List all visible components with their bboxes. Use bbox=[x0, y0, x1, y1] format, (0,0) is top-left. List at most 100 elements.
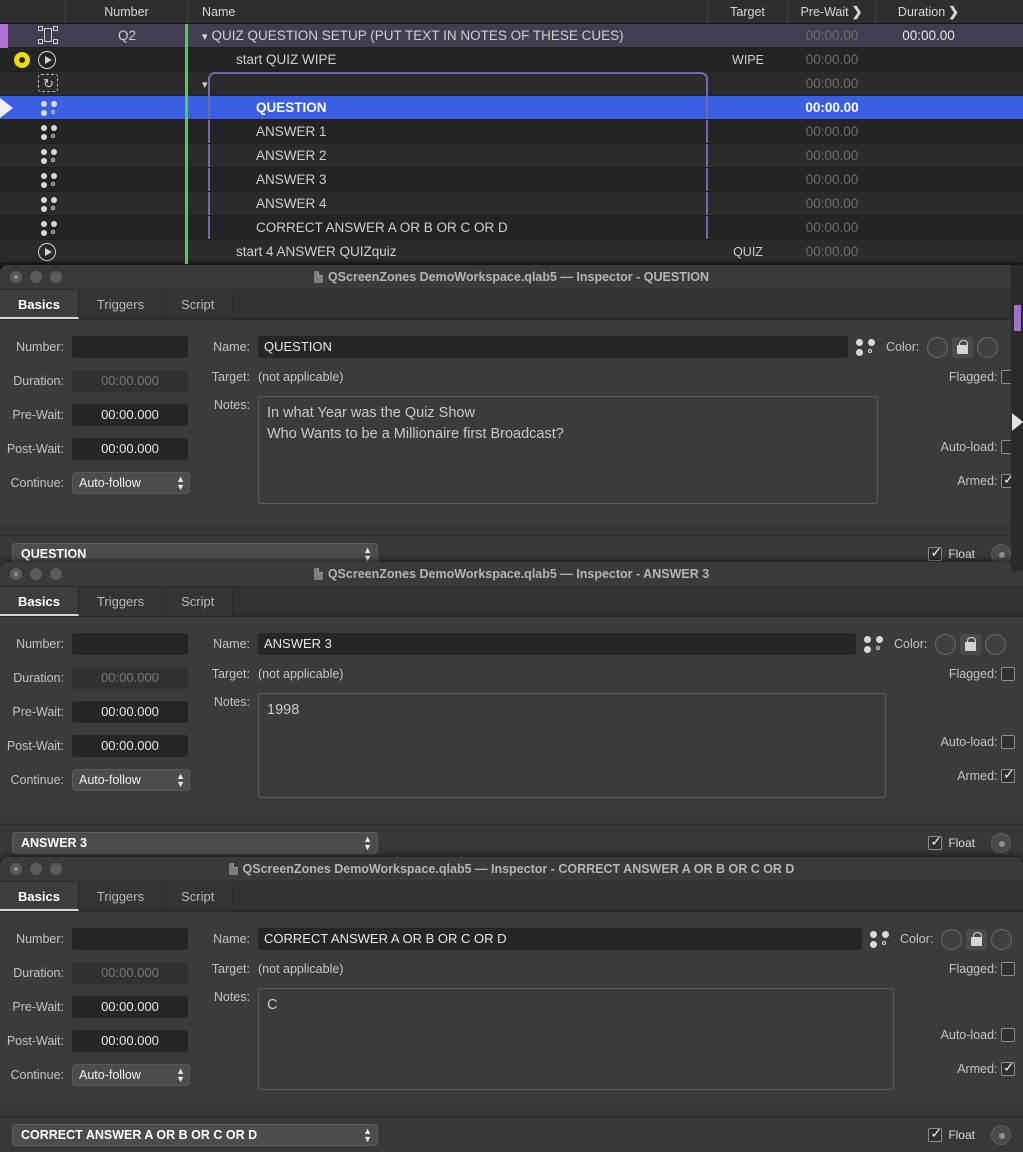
color-swatch-secondary[interactable] bbox=[991, 929, 1012, 950]
target-button[interactable] bbox=[991, 1125, 1011, 1145]
name-input[interactable]: QUESTION bbox=[258, 336, 848, 358]
tab-triggers[interactable]: Triggers bbox=[79, 882, 163, 911]
table-row[interactable]: QUESTION 00:00.00 bbox=[0, 96, 1023, 120]
window-controls[interactable] bbox=[0, 271, 62, 283]
row-status-cell[interactable] bbox=[0, 24, 66, 48]
minimize-button[interactable] bbox=[30, 271, 42, 283]
row-name[interactable]: ANSWER 3 bbox=[188, 168, 708, 192]
tab-bar[interactable]: Basics Triggers Script bbox=[0, 587, 1023, 617]
prewait-input[interactable]: 00:00.000 bbox=[72, 701, 188, 723]
cue-selector-dropdown[interactable]: ANSWER 3▲▼ bbox=[12, 832, 378, 854]
float-checkbox[interactable] bbox=[928, 1128, 942, 1142]
table-row[interactable]: ANSWER 2 00:00.00 bbox=[0, 144, 1023, 168]
table-row[interactable]: start QUIZ WIPE WIPE 00:00.00 bbox=[0, 48, 1023, 72]
row-name[interactable]: ANSWER 2 bbox=[188, 144, 708, 168]
row-status-cell[interactable] bbox=[0, 72, 66, 96]
tab-basics[interactable]: Basics bbox=[0, 882, 79, 911]
dots-icon[interactable] bbox=[870, 930, 892, 948]
tab-script[interactable]: Script bbox=[163, 290, 233, 319]
notes-textarea[interactable]: 1998 bbox=[258, 693, 886, 798]
armed-checkbox[interactable] bbox=[1001, 769, 1015, 783]
notes-textarea[interactable]: In what Year was the Quiz Show Who Wants… bbox=[258, 396, 878, 504]
dots-icon[interactable] bbox=[856, 338, 878, 356]
column-header-target[interactable]: Target bbox=[708, 0, 788, 24]
target-button[interactable] bbox=[991, 833, 1011, 853]
row-name[interactable]: QUESTION bbox=[188, 96, 708, 120]
autoload-checkbox[interactable] bbox=[1001, 1028, 1015, 1042]
window-controls[interactable] bbox=[0, 568, 62, 580]
column-header-status[interactable] bbox=[0, 0, 66, 24]
target-button[interactable] bbox=[991, 544, 1011, 564]
chevron-down-icon[interactable]: ▾ bbox=[202, 31, 208, 43]
number-input[interactable] bbox=[72, 336, 188, 358]
table-row[interactable]: ▾ 00:00.00 bbox=[0, 72, 1023, 96]
continue-dropdown[interactable]: Auto-follow▲▼ bbox=[72, 769, 190, 791]
window-controls[interactable] bbox=[0, 863, 62, 875]
color-swatch-primary[interactable] bbox=[927, 337, 948, 358]
close-button[interactable] bbox=[10, 863, 22, 875]
postwait-input[interactable]: 00:00.000 bbox=[72, 735, 188, 757]
prewait-input[interactable]: 00:00.000 bbox=[72, 996, 188, 1018]
titlebar[interactable]: QScreenZones DemoWorkspace.qlab5 — Inspe… bbox=[0, 857, 1023, 882]
zoom-button[interactable] bbox=[50, 568, 62, 580]
row-status-cell[interactable] bbox=[0, 168, 66, 192]
duration-input[interactable]: 00:00.000 bbox=[72, 370, 188, 392]
row-status-cell[interactable] bbox=[0, 240, 66, 264]
tab-bar[interactable]: Basics Triggers Script bbox=[0, 882, 1023, 912]
table-row[interactable]: ANSWER 4 00:00.00 bbox=[0, 192, 1023, 216]
close-button[interactable] bbox=[10, 568, 22, 580]
float-checkbox[interactable] bbox=[928, 547, 942, 561]
color-swatch-primary[interactable] bbox=[941, 929, 962, 950]
cue-selector-dropdown[interactable]: CORRECT ANSWER A OR B OR C OR D▲▼ bbox=[12, 1124, 378, 1146]
tab-script[interactable]: Script bbox=[163, 882, 233, 911]
prewait-input[interactable]: 00:00.000 bbox=[72, 404, 188, 426]
row-name[interactable]: ▾ bbox=[188, 72, 708, 96]
notes-textarea[interactable]: C bbox=[258, 988, 894, 1090]
column-header-duration[interactable]: Duration❯ bbox=[876, 0, 981, 24]
float-checkbox[interactable] bbox=[928, 836, 942, 850]
row-status-cell[interactable] bbox=[0, 216, 66, 240]
lock-icon[interactable] bbox=[960, 634, 981, 655]
tab-basics[interactable]: Basics bbox=[0, 290, 79, 319]
row-status-cell[interactable] bbox=[0, 96, 66, 120]
tab-script[interactable]: Script bbox=[163, 587, 233, 616]
number-input[interactable] bbox=[72, 928, 188, 950]
row-status-cell[interactable] bbox=[0, 192, 66, 216]
color-swatch-primary[interactable] bbox=[935, 634, 956, 655]
row-status-cell[interactable] bbox=[0, 48, 66, 72]
column-header-prewait[interactable]: Pre-Wait❯ bbox=[788, 0, 876, 24]
table-row[interactable]: start 4 ANSWER QUIZquiz QUIZ 00:00.00 bbox=[0, 240, 1023, 264]
row-name[interactable]: ANSWER 1 bbox=[188, 120, 708, 144]
name-input[interactable]: ANSWER 3 bbox=[258, 633, 856, 655]
table-row[interactable]: CORRECT ANSWER A OR B OR C OR D 00:00.00 bbox=[0, 216, 1023, 240]
postwait-input[interactable]: 00:00.000 bbox=[72, 438, 188, 460]
lock-icon[interactable] bbox=[952, 337, 973, 358]
number-input[interactable] bbox=[72, 633, 188, 655]
autoload-checkbox[interactable] bbox=[1001, 735, 1015, 749]
minimize-button[interactable] bbox=[30, 568, 42, 580]
tab-triggers[interactable]: Triggers bbox=[79, 587, 163, 616]
column-header-name[interactable]: Name bbox=[188, 0, 708, 24]
duration-input[interactable]: 00:00.000 bbox=[72, 667, 188, 689]
duration-input[interactable]: 00:00.000 bbox=[72, 962, 188, 984]
color-swatch-secondary[interactable] bbox=[985, 634, 1006, 655]
table-row[interactable]: Q2 ▾QUIZ QUESTION SETUP (PUT TEXT IN NOT… bbox=[0, 24, 1023, 48]
titlebar[interactable]: QScreenZones DemoWorkspace.qlab5 — Inspe… bbox=[0, 265, 1023, 290]
row-name[interactable]: CORRECT ANSWER A OR B OR C OR D bbox=[188, 216, 708, 240]
close-button[interactable] bbox=[10, 271, 22, 283]
continue-dropdown[interactable]: Auto-follow▲▼ bbox=[72, 1064, 190, 1086]
name-input[interactable]: CORRECT ANSWER A OR B OR C OR D bbox=[258, 928, 862, 950]
tab-triggers[interactable]: Triggers bbox=[79, 290, 163, 319]
column-header-number[interactable]: Number bbox=[66, 0, 188, 24]
table-row[interactable]: ANSWER 1 00:00.00 bbox=[0, 120, 1023, 144]
titlebar[interactable]: QScreenZones DemoWorkspace.qlab5 — Inspe… bbox=[0, 562, 1023, 587]
tab-basics[interactable]: Basics bbox=[0, 587, 79, 616]
minimize-button[interactable] bbox=[30, 863, 42, 875]
armed-checkbox[interactable] bbox=[1001, 1062, 1015, 1076]
flagged-checkbox[interactable] bbox=[1001, 962, 1015, 976]
lock-icon[interactable] bbox=[966, 929, 987, 950]
row-status-cell[interactable] bbox=[0, 120, 66, 144]
chevron-down-icon[interactable]: ▾ bbox=[202, 79, 208, 91]
color-swatch-secondary[interactable] bbox=[977, 337, 998, 358]
row-name[interactable]: ANSWER 4 bbox=[188, 192, 708, 216]
